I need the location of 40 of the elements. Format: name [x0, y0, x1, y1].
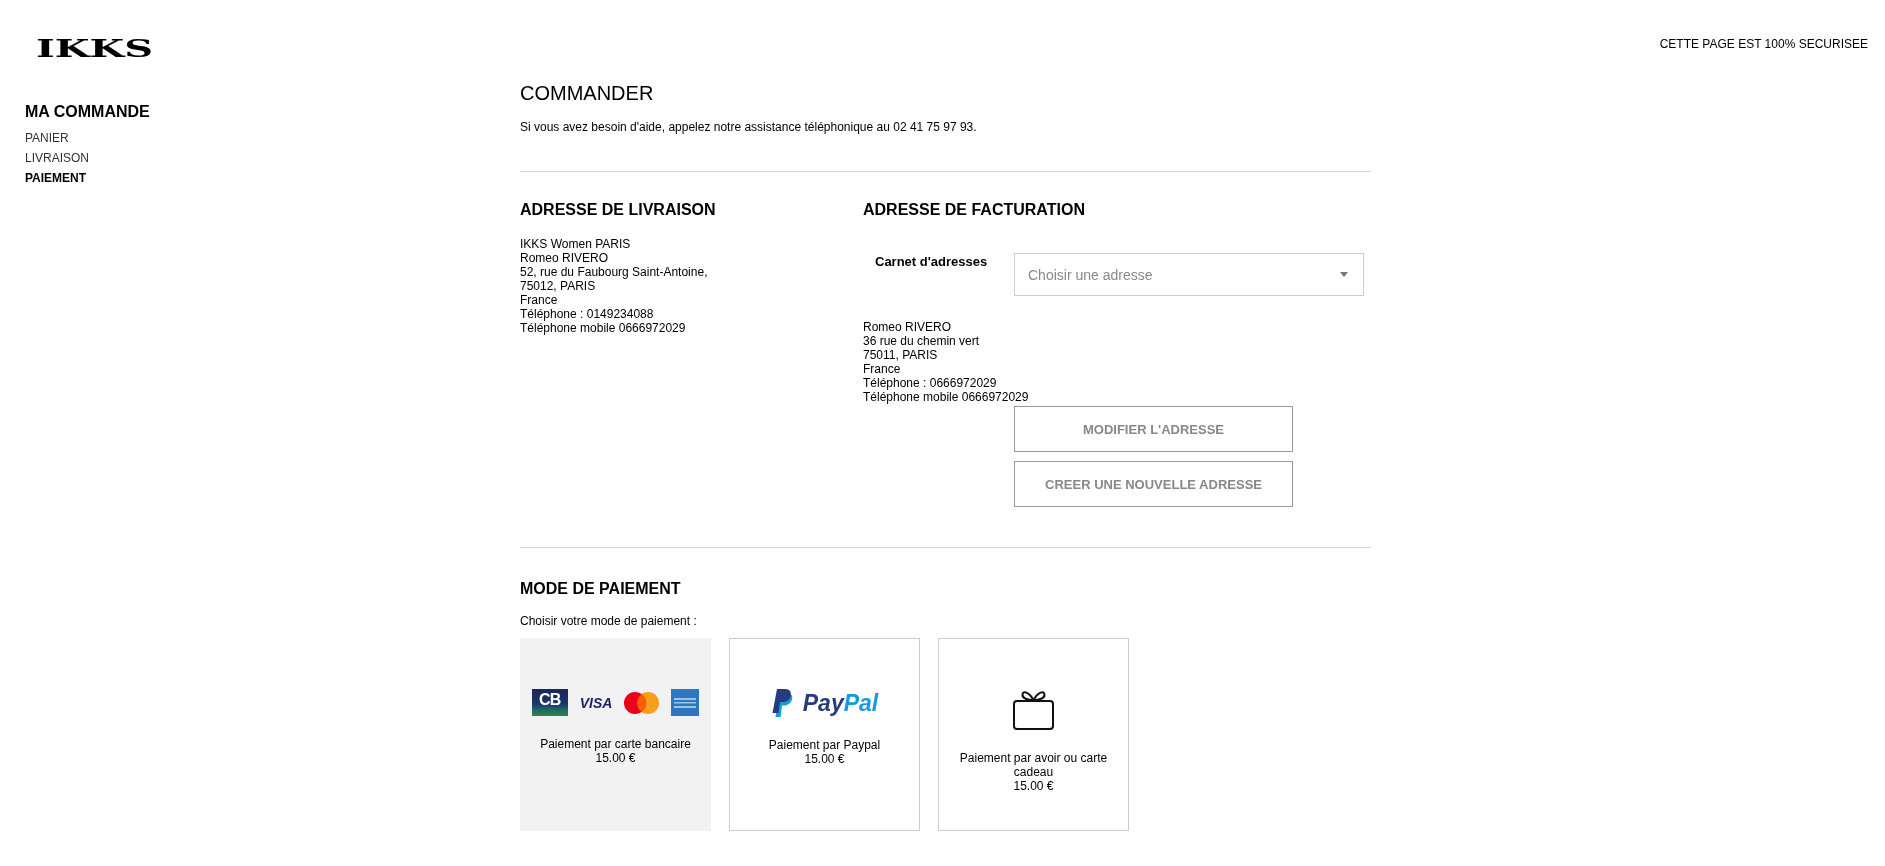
- card-logo: CB: [531, 689, 568, 716]
- sidebar-link[interactable]: PANIER: [25, 128, 69, 148]
- sidebar-link[interactable]: PAIEMENT: [25, 168, 87, 188]
- address-line: Téléphone : 0149234088: [520, 307, 655, 321]
- card-logo: VISA: [579, 694, 613, 711]
- address-line: Romeo RIVERO: [520, 251, 610, 265]
- section-heading: MODE DE PAIEMENT: [520, 579, 682, 599]
- field-label: Carnet d'adresses: [875, 253, 989, 270]
- address-line: 75011, PARIS: [863, 348, 939, 362]
- security-note: CETTE PAGE EST 100% SECURISEE: [1659, 37, 1868, 51]
- brand-wordmark: PayPal: [802, 689, 879, 717]
- payment-option[interactable]: PayPal Paiement par Paypal 15.00 €: [729, 638, 920, 831]
- address-line: Romeo RIVERO: [863, 320, 953, 334]
- page-title: COMMANDER: [520, 81, 655, 105]
- caret-icon: [1340, 272, 1348, 277]
- address-select[interactable]: Choisir une adresse: [1014, 253, 1364, 296]
- payment-mark-icon: [770, 689, 793, 717]
- card-logo-icon: [671, 689, 700, 716]
- brand-logo[interactable]: IKKS: [36, 36, 154, 62]
- address-line: France: [863, 362, 902, 376]
- sidebar-link[interactable]: LIVRAISON: [25, 148, 90, 168]
- payment-prompt: Choisir votre mode de paiement :: [520, 614, 698, 628]
- payment-option[interactable]: CB VISA Paiement par carte bancaire 15.00 €: [520, 638, 711, 831]
- address-line: 52, rue du Faubourg Saint-Antoine,: [520, 265, 709, 279]
- address-line: Téléphone mobile 0666972029: [520, 321, 687, 335]
- address-line: 36 rue du chemin vert: [863, 334, 981, 348]
- address-line: Téléphone mobile 0666972029: [863, 390, 1030, 404]
- section-heading: ADRESSE DE FACTURATION: [863, 200, 1086, 220]
- address-line: Téléphone : 0666972029: [863, 376, 998, 390]
- section-heading: ADRESSE DE LIVRAISON: [520, 200, 717, 220]
- circles-logo-icon: [624, 691, 660, 714]
- address-button[interactable]: MODIFIER L'ADRESSE: [1014, 406, 1293, 452]
- gift-box-icon: [1013, 689, 1054, 730]
- address-line: France: [520, 293, 559, 307]
- address-line: 75012, PARIS: [520, 279, 597, 293]
- sidebar-title: MA COMMANDE: [25, 102, 150, 122]
- help-text: Si vous avez besoin d'aide, appelez notre assistance téléphonique au 02 41 75 97 93.: [520, 120, 978, 134]
- payment-option[interactable]: Paiement par avoir ou carte cadeau 15.00 €: [938, 638, 1129, 831]
- address-button[interactable]: CREER UNE NOUVELLE ADRESSE: [1014, 461, 1293, 507]
- address-line: IKKS Women PARIS: [520, 237, 632, 251]
